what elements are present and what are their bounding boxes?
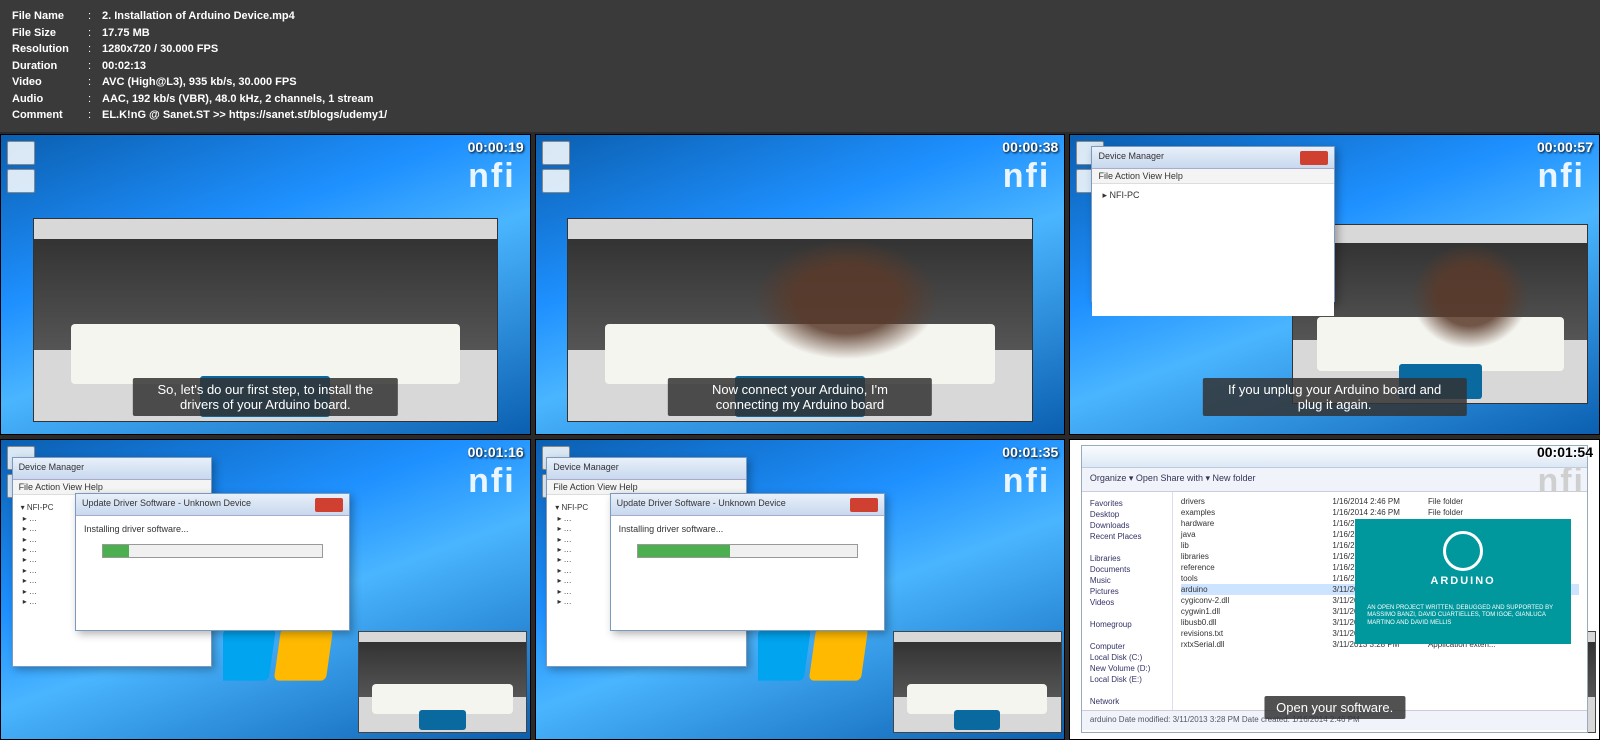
label-duration: Duration (12, 58, 88, 75)
timestamp-6: 00:01:54 (1537, 444, 1593, 460)
timestamp-5: 00:01:35 (1002, 444, 1058, 460)
driver-install-dialog[interactable]: Update Driver Software - Unknown Device … (610, 493, 885, 631)
sidebar-item (1088, 630, 1166, 641)
file-explorer-window[interactable]: Organize ▾ Open Share with ▾ New folder … (1081, 445, 1589, 732)
progress-bar (637, 544, 858, 558)
watermark-logo: nfi (1537, 462, 1585, 501)
file-row[interactable]: drivers1/16/2014 2:46 PMFile folder (1181, 496, 1580, 507)
sidebar-item (1088, 608, 1166, 619)
label-audio: Audio (12, 91, 88, 108)
sidebar-item[interactable]: Desktop (1088, 509, 1166, 520)
sidebar-item[interactable]: Homegroup (1088, 619, 1166, 630)
sidebar-item[interactable]: Computer (1088, 641, 1166, 652)
sidebar-item[interactable]: Music (1088, 575, 1166, 586)
progress-bar (102, 544, 323, 558)
subtitle-6: Open your software. (1264, 696, 1405, 719)
sidebar-item[interactable]: Network (1088, 696, 1166, 707)
sidebar-item[interactable]: Documents (1088, 564, 1166, 575)
label-resolution: Resolution (12, 41, 88, 58)
sidebar-item[interactable]: Favorites (1088, 498, 1166, 509)
file-row[interactable]: examples1/16/2014 2:46 PMFile folder (1181, 507, 1580, 518)
thumbnail-4[interactable]: nfi 00:01:16 Device Manager File Action … (0, 439, 531, 740)
value-filename: 2. Installation of Arduino Device.mp4 (102, 8, 295, 25)
watermark-logo: nfi (1003, 462, 1051, 501)
thumbnail-1[interactable]: nfi 00:00:19 So, let's do our first step… (0, 134, 531, 435)
arduino-desc: AN OPEN PROJECT WRITTEN, DEBUGGED AND SU… (1367, 605, 1559, 628)
watermark-logo: nfi (1537, 157, 1585, 196)
close-icon[interactable] (850, 498, 878, 512)
label-comment: Comment (12, 107, 88, 124)
sidebar-item[interactable]: New Volume (D:) (1088, 663, 1166, 674)
explorer-titlebar[interactable] (1082, 446, 1588, 468)
dialog-title: Update Driver Software - Unknown Device (82, 498, 251, 511)
label-filename: File Name (12, 8, 88, 25)
value-comment: EL.K!nG @ Sanet.ST >> https://sanet.st/b… (102, 107, 387, 124)
sidebar-item[interactable]: Videos (1088, 597, 1166, 608)
watermark-logo: nfi (468, 157, 516, 196)
close-icon[interactable] (315, 498, 343, 512)
preview-pane: ARDUINO AN OPEN PROJECT WRITTEN, DEBUGGE… (1355, 519, 1571, 645)
explorer-sidebar[interactable]: FavoritesDesktopDownloadsRecent Places L… (1082, 492, 1173, 709)
sidebar-item[interactable]: Libraries (1088, 553, 1166, 564)
timestamp-4: 00:01:16 (468, 444, 524, 460)
subtitle-3: If you unplug your Arduino board and plu… (1202, 378, 1466, 416)
explorer-body[interactable]: drivers1/16/2014 2:46 PMFile folderexamp… (1173, 492, 1588, 709)
driver-install-dialog[interactable]: Update Driver Software - Unknown Device … (75, 493, 350, 631)
desktop-icons (542, 141, 570, 197)
timestamp-3: 00:00:57 (1537, 139, 1593, 155)
arduino-logo-icon (1443, 531, 1483, 571)
watermark-logo: nfi (468, 462, 516, 501)
value-video: AVC (High@L3), 935 kb/s, 30.000 FPS (102, 74, 297, 91)
subtitle-2: Now connect your Arduino, I'm connecting… (668, 378, 932, 416)
sidebar-item[interactable]: Downloads (1088, 520, 1166, 531)
thumbnail-3[interactable]: nfi 00:00:57 Device Manager File Action … (1069, 134, 1600, 435)
close-icon[interactable] (1300, 151, 1328, 165)
thumbnail-2[interactable]: nfi 00:00:38 Now connect your Arduino, I… (535, 134, 1066, 435)
devmgr-menu[interactable]: File Action View Help (1092, 169, 1333, 184)
thumbnail-5[interactable]: nfi 00:01:35 Device Manager File Action … (535, 439, 1066, 740)
devmgr-tree[interactable]: ▸ NFI-PC (1092, 184, 1333, 315)
label-video: Video (12, 74, 88, 91)
metadata-header: File Name:2. Installation of Arduino Dev… (0, 0, 1600, 132)
thumbnail-6[interactable]: 00:01:54 nfi Organize ▾ Open Share with … (1069, 439, 1600, 740)
subtitle-1: So, let's do our first step, to install … (133, 378, 397, 416)
timestamp-2: 00:00:38 (1002, 139, 1058, 155)
arduino-title: ARDUINO (1367, 575, 1559, 587)
dialog-text: Installing driver software... (84, 524, 341, 534)
value-audio: AAC, 192 kb/s (VBR), 48.0 kHz, 2 channel… (102, 91, 373, 108)
explorer-toolbar[interactable]: Organize ▾ Open Share with ▾ New folder (1082, 468, 1588, 492)
device-manager-window[interactable]: Device Manager File Action View Help ▸ N… (1091, 146, 1334, 301)
watermark-logo: nfi (1003, 157, 1051, 196)
value-filesize: 17.75 MB (102, 25, 150, 42)
value-resolution: 1280x720 / 30.000 FPS (102, 41, 218, 58)
thumbnail-grid: nfi 00:00:19 So, let's do our first step… (0, 132, 1600, 740)
label-filesize: File Size (12, 25, 88, 42)
devmgr-title: Device Manager (1098, 151, 1164, 164)
sidebar-item[interactable]: Recent Places (1088, 531, 1166, 542)
sidebar-item[interactable]: Pictures (1088, 586, 1166, 597)
value-duration: 00:02:13 (102, 58, 146, 75)
sidebar-item (1088, 685, 1166, 696)
timestamp-1: 00:00:19 (468, 139, 524, 155)
camera-view-small (358, 631, 527, 733)
sidebar-item (1088, 542, 1166, 553)
camera-view-small (893, 631, 1062, 733)
sidebar-item[interactable]: Local Disk (C:) (1088, 652, 1166, 663)
desktop-icons (7, 141, 35, 197)
sidebar-item[interactable]: Local Disk (E:) (1088, 674, 1166, 685)
